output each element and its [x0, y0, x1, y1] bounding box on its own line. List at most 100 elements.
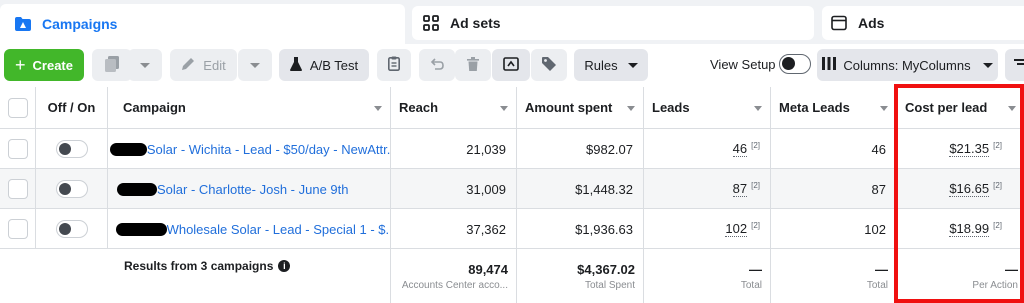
tag-icon	[542, 56, 556, 74]
flask-icon	[289, 56, 302, 74]
tab-campaigns[interactable]: Campaigns	[0, 4, 405, 44]
summary-reach-sub: Accounts Center acco...	[401, 279, 508, 291]
campaign-toggle[interactable]	[55, 180, 88, 198]
export-icon	[503, 56, 519, 74]
undo-button[interactable]	[419, 49, 455, 81]
ab-test-button[interactable]: A/B Test	[279, 49, 369, 81]
summary-label-cell: Results from 3 campaigns i	[108, 249, 391, 303]
plus-icon: +	[15, 54, 26, 75]
pencil-icon	[181, 57, 195, 74]
footnote: [2]	[751, 180, 760, 190]
tab-ad-sets-label: Ad sets	[450, 15, 501, 31]
campaign-toggle[interactable]	[55, 220, 88, 238]
summary-amount-value: $4,367.02	[577, 261, 635, 277]
cost-per-lead-value[interactable]: $21.35	[949, 141, 990, 157]
amount-spent-value: $1,936.63	[517, 209, 644, 249]
leads-cell: 87 [2]	[644, 169, 771, 209]
footnote: [2]	[993, 180, 1002, 190]
sort-icon	[500, 106, 508, 111]
edit-dropdown[interactable]	[238, 49, 272, 81]
delete-button[interactable]	[455, 49, 491, 81]
leads-cell: 102 [2]	[644, 209, 771, 249]
clipboard-button[interactable]	[377, 49, 411, 81]
cost-per-lead-value[interactable]: $16.65	[949, 181, 990, 197]
sort-icon	[754, 106, 762, 111]
row-checkbox[interactable]	[7, 219, 28, 239]
undo-icon	[430, 57, 444, 74]
summary-label-wrap: Results from 3 campaigns i	[124, 259, 291, 273]
sort-icon	[880, 106, 888, 111]
reach-value: 37,362	[391, 209, 517, 249]
leads-value[interactable]: 102	[725, 221, 748, 237]
summary-meta-leads-sub: Total	[866, 279, 888, 291]
header-reach-label: Reach	[399, 100, 439, 115]
summary-spacer	[0, 249, 108, 303]
columns-button[interactable]: Columns: MyColumns	[817, 49, 998, 81]
grid-icon	[422, 14, 440, 32]
info-icon[interactable]: i	[278, 260, 291, 272]
edit-button[interactable]: Edit	[170, 49, 237, 81]
row-toggle-cell	[36, 169, 108, 209]
summary-leads-sub: Total	[740, 279, 762, 291]
header-cost-per-lead-label: Cost per lead	[905, 100, 988, 115]
rules-label: Rules	[584, 57, 618, 73]
export-button[interactable]	[492, 49, 530, 81]
select-all-checkbox[interactable]	[7, 97, 28, 118]
campaign-link[interactable]: Solar - Wichita - Lead - $50/day - NewAt…	[147, 142, 390, 157]
row-checkbox[interactable]	[7, 139, 28, 159]
summary-reach-value: 89,474	[468, 261, 508, 277]
meta-leads-value: 87	[771, 169, 897, 209]
duplicate-dropdown[interactable]	[128, 49, 162, 81]
chevron-down-icon	[982, 62, 993, 68]
view-setup-toggle[interactable]	[779, 54, 811, 74]
columns-icon	[822, 57, 837, 73]
meta-leads-value: 102	[771, 209, 897, 249]
filter-button[interactable]	[1005, 49, 1024, 81]
header-meta-leads[interactable]: Meta Leads	[771, 87, 897, 129]
header-cost-per-lead[interactable]: Cost per lead	[897, 87, 1024, 129]
redacted-text	[117, 182, 157, 196]
leads-value[interactable]: 87	[732, 181, 748, 197]
tag-button[interactable]	[531, 49, 567, 81]
summary-reach: 89,474 Accounts Center acco...	[391, 249, 517, 303]
redacted-text	[116, 222, 167, 236]
campaign-toggle[interactable]	[55, 140, 88, 158]
campaign-link[interactable]: Wholesale Solar - Lead - Special 1 - $..…	[167, 222, 390, 237]
campaign-link[interactable]: Solar - Charlotte- Josh - June 9th	[157, 182, 348, 197]
trash-icon	[467, 56, 479, 74]
header-amount-spent[interactable]: Amount spent	[517, 87, 644, 129]
row-checkbox[interactable]	[7, 179, 28, 199]
reach-value: 21,039	[391, 129, 517, 169]
tab-ad-sets[interactable]: Ad sets	[412, 6, 814, 40]
summary-cpl-sub: Per Action	[972, 279, 1018, 291]
leads-value[interactable]: 46	[732, 141, 748, 157]
select-all-header	[0, 87, 36, 129]
table-row[interactable]: Solar - Charlotte- Josh - June 9th 31,00…	[0, 169, 1024, 209]
header-campaign[interactable]: Campaign	[108, 87, 391, 129]
summary-leads-value: —	[749, 261, 762, 277]
header-campaign-label: Campaign	[123, 100, 186, 115]
tab-ads[interactable]: Ads	[822, 6, 1024, 40]
toolbar: + Create Edit A/B Test Rules Columns: My…	[0, 44, 1024, 86]
row-select-cell	[0, 209, 36, 249]
filter-icon	[1014, 58, 1024, 73]
cost-per-lead-value[interactable]: $18.99	[949, 221, 990, 237]
window-icon	[830, 14, 848, 32]
create-button[interactable]: + Create	[4, 49, 84, 81]
table-row[interactable]: Solar - Wichita - Lead - $50/day - NewAt…	[0, 129, 1024, 169]
header-reach[interactable]: Reach	[391, 87, 517, 129]
header-off-on[interactable]: Off / On	[36, 87, 108, 129]
table-row[interactable]: Wholesale Solar - Lead - Special 1 - $..…	[0, 209, 1024, 249]
sort-icon	[627, 106, 635, 111]
duplicate-button[interactable]	[92, 49, 132, 81]
header-leads[interactable]: Leads	[644, 87, 771, 129]
summary-cost-per-lead: — Per Action	[897, 249, 1024, 303]
sort-icon	[1008, 106, 1016, 111]
rules-button[interactable]: Rules	[574, 49, 648, 81]
row-toggle-cell	[36, 129, 108, 169]
summary-meta-leads: — Total	[771, 249, 897, 303]
footnote: [2]	[993, 220, 1002, 230]
reach-value: 31,009	[391, 169, 517, 209]
footnote: [2]	[993, 140, 1002, 150]
redacted-text	[110, 142, 147, 156]
